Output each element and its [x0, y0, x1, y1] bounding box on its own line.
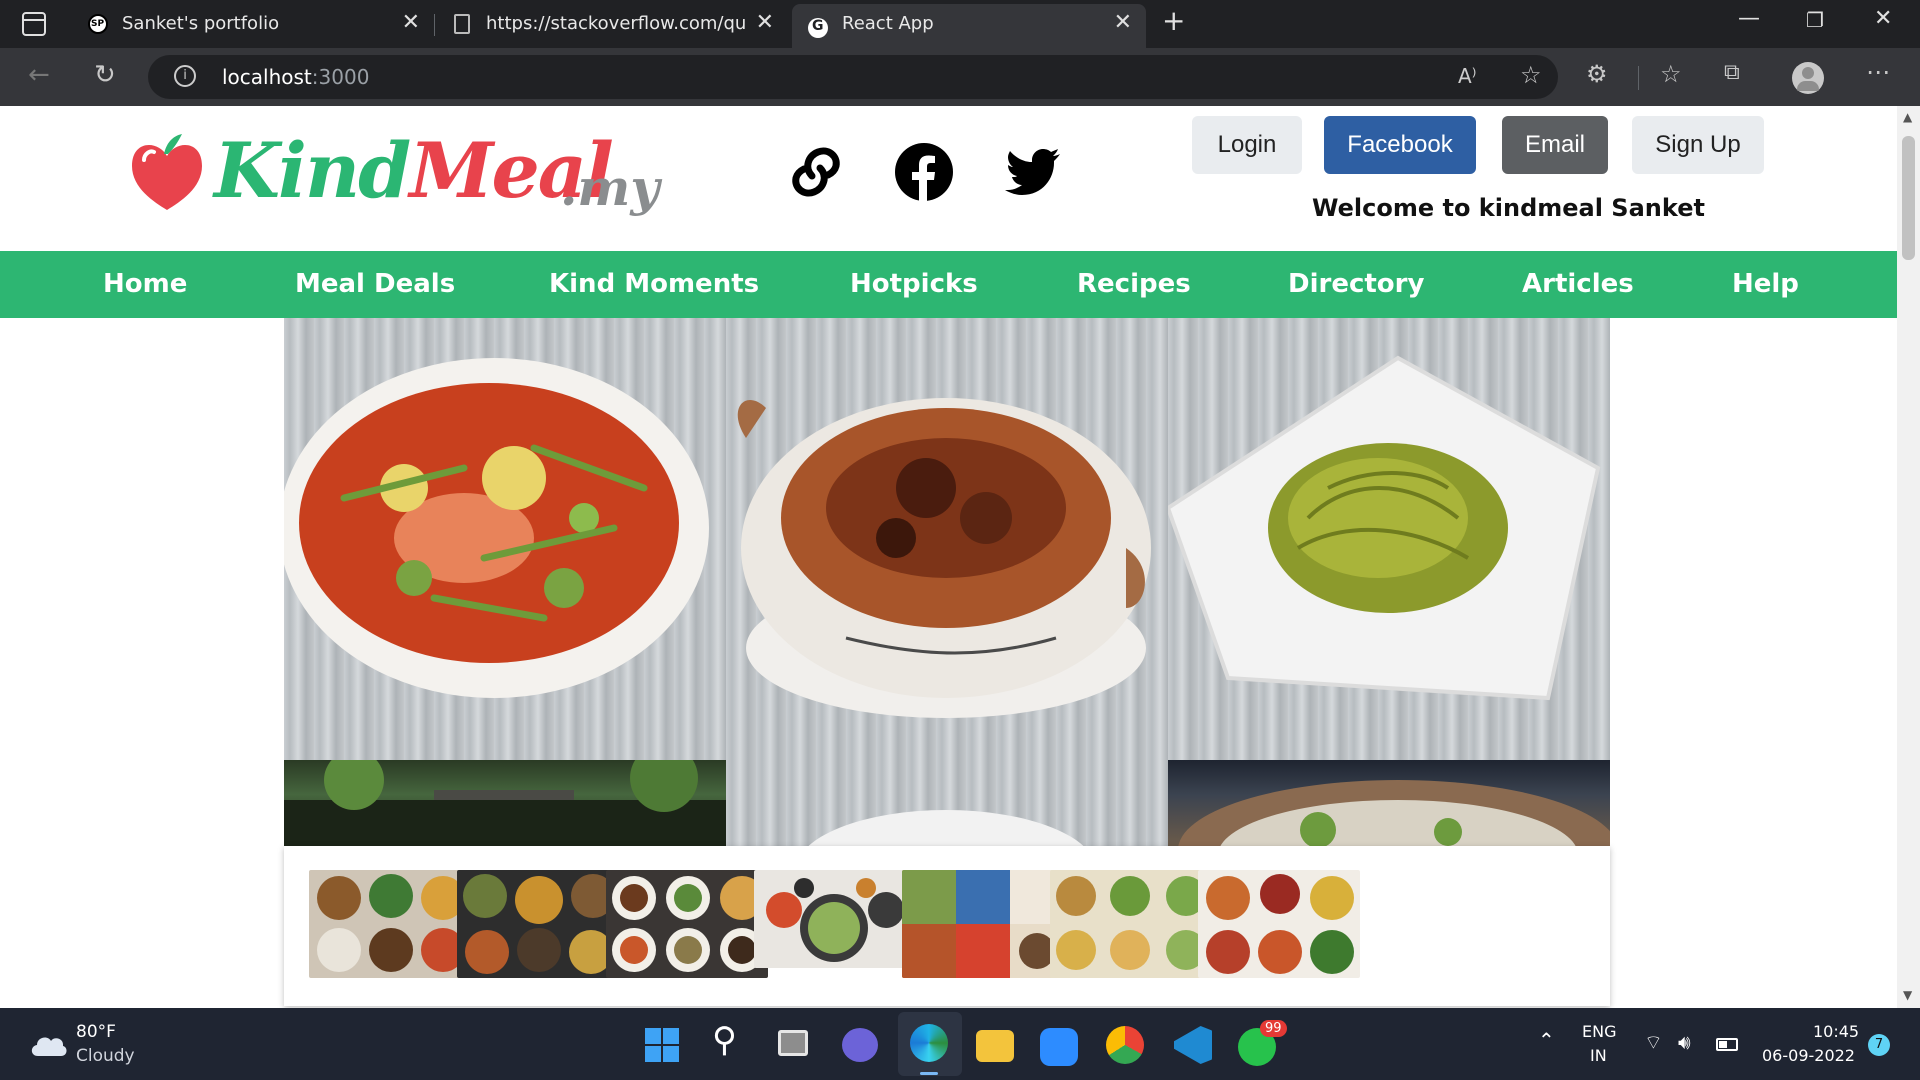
food-gallery — [284, 318, 1610, 846]
tab-stackoverflow[interactable]: https://stackoverflow.com/questi ✕ — [436, 0, 788, 48]
food-image-pesto-pasta[interactable] — [1168, 318, 1610, 760]
notification-count[interactable]: 7 — [1868, 1034, 1890, 1056]
address-field[interactable]: i localhost:3000 A⁾ ☆ — [148, 55, 1558, 99]
logo-wordmark: KindMeal — [214, 126, 614, 215]
url-text: localhost:3000 — [222, 65, 370, 89]
food-image-plate[interactable] — [726, 760, 1168, 846]
nav-meal-deals[interactable]: Meal Deals — [295, 269, 455, 299]
region-code[interactable]: IN — [1590, 1046, 1607, 1065]
tab-portfolio[interactable]: SP Sanket's portfolio ✕ — [72, 0, 434, 48]
extensions-icon[interactable]: ⚙ — [1586, 60, 1608, 88]
tab-title: Sanket's portfolio — [122, 13, 280, 34]
refresh-icon[interactable]: ↻ — [94, 60, 116, 90]
twitter-icon[interactable] — [1002, 142, 1062, 202]
battery-icon[interactable] — [1716, 1038, 1738, 1051]
favorites-icon[interactable]: ☆ — [1660, 60, 1682, 88]
facebook-login-button[interactable]: Facebook — [1324, 116, 1476, 174]
minimize-icon[interactable]: — — [1738, 6, 1760, 31]
signup-button[interactable]: Sign Up — [1632, 116, 1764, 174]
toolbar-divider — [1638, 66, 1639, 90]
chrome-icon[interactable] — [1106, 1026, 1144, 1064]
food-image-claypot-rice[interactable] — [726, 318, 1168, 760]
page-scrollbar[interactable]: ▲ ▼ — [1897, 106, 1920, 1008]
thumbnail-6[interactable] — [1050, 870, 1212, 978]
thumbnail-5[interactable] — [902, 870, 1064, 978]
nav-kind-moments[interactable]: Kind Moments — [549, 269, 759, 299]
whatsapp-badge: 99 — [1260, 1020, 1287, 1037]
task-view-icon[interactable] — [778, 1030, 808, 1056]
restore-icon[interactable]: ❐ — [1806, 8, 1824, 32]
zoom-icon[interactable] — [1040, 1028, 1078, 1066]
weather-desc: Cloudy — [76, 1046, 135, 1066]
weather-temp: 80°F — [76, 1022, 116, 1042]
teams-chat-icon[interactable] — [842, 1028, 878, 1062]
show-hidden-icons[interactable]: ⌃ — [1538, 1028, 1555, 1052]
address-bar-row: ← ↻ i localhost:3000 A⁾ ☆ ⚙ ☆ ⧉ ⋯ — [0, 48, 1920, 106]
nav-recipes[interactable]: Recipes — [1077, 269, 1191, 299]
thumbnail-3[interactable] — [606, 870, 768, 978]
email-login-button[interactable]: Email — [1502, 116, 1608, 174]
thumbnail-4[interactable] — [754, 870, 916, 968]
new-tab-icon[interactable]: + — [1162, 4, 1185, 37]
close-tab-icon[interactable]: ✕ — [1114, 10, 1132, 35]
collections-icon[interactable]: ⧉ — [1724, 60, 1740, 85]
thumbnail-strip — [284, 846, 1610, 1006]
thumbnail-1[interactable] — [309, 870, 471, 978]
thumbnail-7[interactable] — [1198, 870, 1360, 978]
food-image-curry[interactable] — [284, 318, 726, 760]
info-icon[interactable]: i — [174, 65, 196, 87]
taskbar: 80°F Cloudy ⚲ 99 ⌃ ENG IN ⌔ 🔊︎ 10:45 06-… — [0, 1008, 1920, 1080]
main-nav: Home Meal Deals Kind Moments Hotpicks Re… — [0, 251, 1897, 318]
tab-title: https://stackoverflow.com/questi — [486, 13, 746, 34]
tab-divider — [434, 14, 435, 36]
close-window-icon[interactable]: ✕ — [1874, 6, 1892, 31]
cloud-icon — [31, 1037, 67, 1056]
scrollbar-thumb[interactable] — [1902, 136, 1915, 260]
nav-help[interactable]: Help — [1732, 269, 1799, 299]
browser-tab-bar: SP Sanket's portfolio ✕ https://stackove… — [0, 0, 1920, 48]
file-explorer-icon[interactable] — [976, 1030, 1014, 1062]
nav-directory[interactable]: Directory — [1288, 269, 1424, 299]
page-content: KindMeal .my Login Facebook Email Sign U… — [0, 106, 1897, 1008]
tab-title: React App — [842, 13, 934, 34]
scroll-up-icon[interactable]: ▲ — [1903, 110, 1912, 124]
clock-time[interactable]: 10:45 — [1813, 1022, 1859, 1041]
food-image-bowl[interactable] — [1168, 760, 1610, 846]
close-tab-icon[interactable]: ✕ — [756, 10, 774, 35]
thumbnail-2[interactable] — [457, 870, 619, 978]
page-icon — [454, 14, 470, 34]
nav-home[interactable]: Home — [103, 269, 187, 299]
close-tab-icon[interactable]: ✕ — [402, 10, 420, 35]
read-aloud-icon[interactable]: A⁾ — [1458, 64, 1477, 88]
nav-articles[interactable]: Articles — [1522, 269, 1634, 299]
search-icon[interactable]: ⚲ — [712, 1020, 737, 1060]
heart-apple-icon — [132, 134, 202, 210]
profile-avatar[interactable] — [1792, 62, 1824, 94]
vscode-icon[interactable] — [1174, 1026, 1212, 1064]
more-menu-icon[interactable]: ⋯ — [1866, 58, 1890, 86]
sp-logo-icon: SP — [88, 14, 108, 34]
logo-domain: .my — [560, 158, 660, 217]
active-app-indicator — [920, 1072, 938, 1075]
facebook-icon[interactable] — [894, 142, 954, 202]
scroll-down-icon[interactable]: ▼ — [1903, 988, 1912, 1002]
react-app-icon: G — [808, 18, 828, 38]
food-image-garden[interactable] — [284, 760, 726, 846]
tab-actions-icon[interactable] — [22, 12, 46, 36]
language-code[interactable]: ENG — [1582, 1022, 1616, 1041]
back-icon[interactable]: ← — [28, 60, 50, 90]
clock-date[interactable]: 06-09-2022 — [1762, 1046, 1855, 1065]
link-icon[interactable] — [786, 142, 846, 202]
windows-start-icon[interactable] — [645, 1028, 679, 1062]
wifi-icon[interactable]: ⌔ — [1644, 1030, 1663, 1055]
nav-hotpicks[interactable]: Hotpicks — [850, 269, 978, 299]
volume-icon[interactable]: 🔊︎ — [1678, 1030, 1691, 1054]
add-favorite-icon[interactable]: ☆ — [1520, 61, 1542, 89]
login-button[interactable]: Login — [1192, 116, 1302, 174]
tab-react-app[interactable]: G React App ✕ — [792, 4, 1146, 48]
edge-browser-icon[interactable] — [910, 1024, 948, 1062]
welcome-message: Welcome to kindmeal Sanket — [1312, 194, 1705, 222]
